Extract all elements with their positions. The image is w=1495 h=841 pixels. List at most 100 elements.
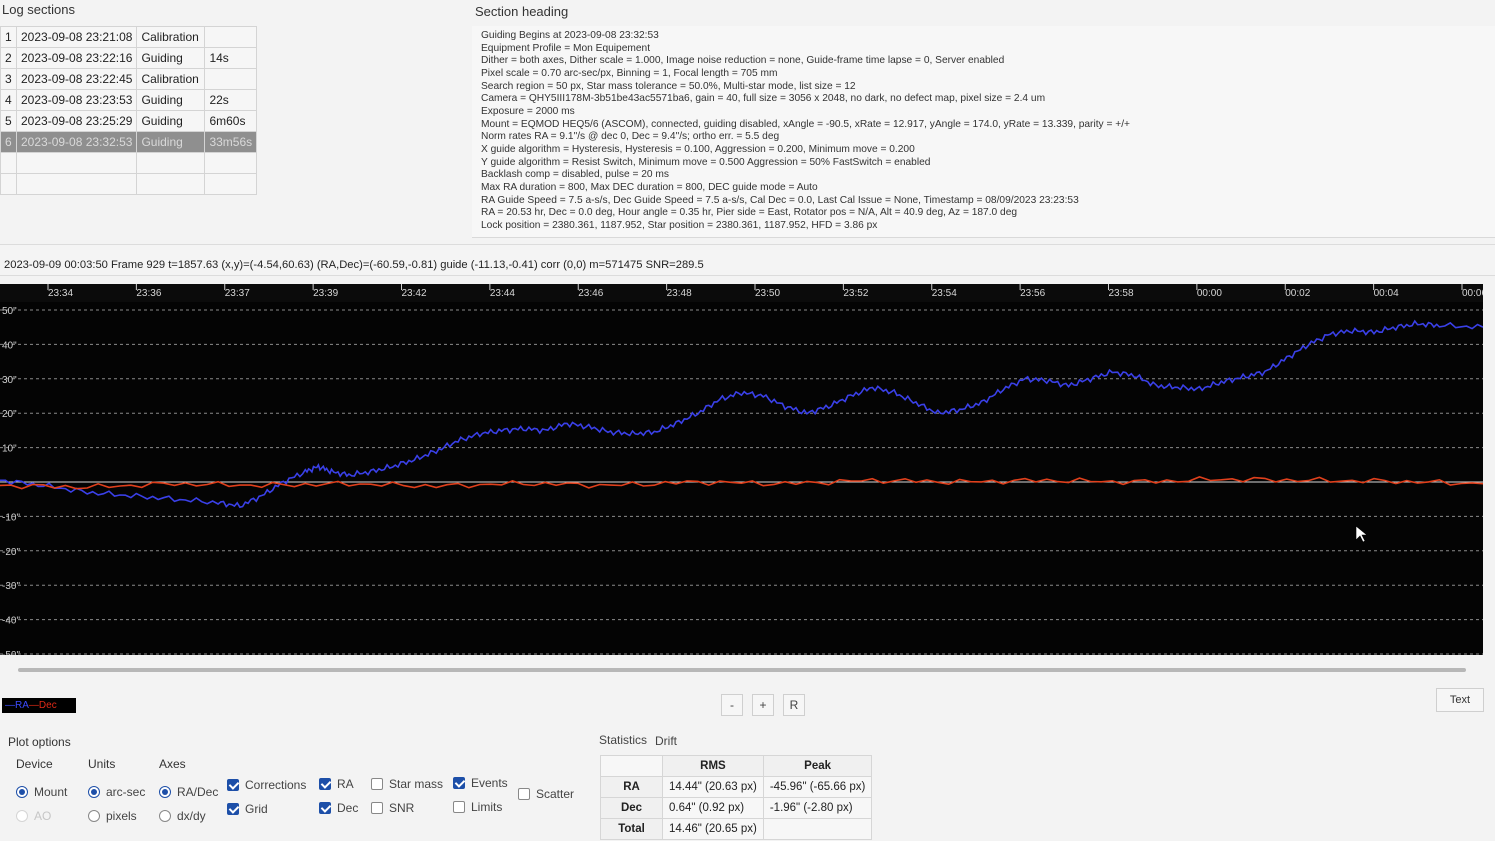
x-tick-label: 23:36	[136, 288, 161, 299]
log-section-row[interactable]: 4 2023-09-08 23:23:53 Guiding 22s	[0, 89, 258, 111]
series-line-ra	[0, 319, 1483, 509]
corrections-checkbox[interactable]: Corrections	[227, 778, 306, 792]
y-tick-label: 20"	[2, 409, 17, 420]
x-tick-label: 23:46	[578, 288, 603, 299]
zoom-in-button[interactable]: +	[752, 694, 774, 716]
radio-selected-icon	[88, 786, 100, 798]
log-sections-table[interactable]: 1 2023-09-08 23:21:08 Calibration 2 2023-09-…	[0, 26, 258, 195]
y-tick-label: 40"	[2, 340, 17, 351]
zoom-out-button[interactable]: -	[721, 694, 743, 716]
snr-checkbox[interactable]: SNR	[371, 801, 414, 815]
time-axis-band	[0, 284, 1483, 302]
log-cell-date: 2023-09-08 23:23:53	[15, 89, 138, 111]
plot-options-title: Plot options	[8, 735, 71, 749]
guiding-graph-svg[interactable]: 50" 40" 30" 20" 10" -10" -20" -30" -40" -50" 23:34…	[0, 284, 1483, 655]
x-tick-label: 23:37	[225, 288, 250, 299]
units-pixels-radio[interactable]: pixels	[88, 809, 137, 823]
x-tick-label: 23:44	[490, 288, 515, 299]
section-heading-line: Mount = EQMOD HEQ5/6 (ASCOM), connected,…	[481, 118, 1130, 130]
limits-checkbox[interactable]: Limits	[453, 800, 502, 814]
log-cell-date: 2023-09-08 23:22:16	[15, 47, 138, 69]
section-heading-line: X guide algorithm = Hysteresis, Hysteres…	[481, 143, 915, 155]
x-tick-label: 23:52	[843, 288, 868, 299]
section-heading-line: Exposure = 2000 ms	[481, 105, 575, 117]
y-tick-label: -20"	[2, 547, 20, 558]
section-heading-line: Max RA duration = 800, Max DEC duration …	[481, 181, 818, 193]
log-section-row[interactable]: 1 2023-09-08 23:21:08 Calibration	[0, 26, 258, 48]
checkbox-checked-icon	[453, 777, 465, 789]
log-cell-idx: 2	[0, 47, 17, 69]
log-section-row[interactable]: 5 2023-09-08 23:25:29 Guiding 6m60s	[0, 110, 258, 132]
ra-checkbox[interactable]: RA	[319, 777, 354, 791]
stats-header-rms: RMS	[662, 755, 764, 777]
x-tick-label: 00:00	[1197, 288, 1222, 299]
log-cell-type: Guiding	[136, 110, 206, 132]
section-heading-line: Camera = QHY5III178M-3b51be43ac5571ba6, …	[481, 93, 1046, 105]
log-cell-dur	[204, 26, 258, 48]
stats-cell-label: Total	[600, 818, 663, 840]
text-button[interactable]: Text	[1436, 688, 1484, 712]
x-tick-label: 23:48	[667, 288, 692, 299]
checkbox-icon	[518, 788, 530, 800]
dec-checkbox[interactable]: Dec	[319, 801, 358, 815]
graph-legend: —RA—Dec	[2, 698, 76, 713]
log-cell-type: Guiding	[136, 89, 206, 111]
radio-selected-icon	[159, 786, 171, 798]
section-heading-line: Dither = both axes, Dither scale = 1.000…	[481, 55, 1005, 67]
section-heading-line: Search region = 50 px, Star mass toleran…	[481, 80, 856, 92]
scatter-checkbox[interactable]: Scatter	[518, 787, 574, 801]
checkbox-checked-icon	[227, 779, 239, 791]
radio-icon	[88, 810, 100, 822]
log-cell-idx: 3	[0, 68, 17, 90]
log-cell-type: Guiding	[136, 47, 206, 69]
mouse-cursor-icon	[1355, 525, 1368, 543]
log-cell-type: Calibration	[136, 68, 206, 90]
stats-cell-peak: -1.96" (-2.80 px)	[762, 797, 873, 819]
x-tick-label: 23:42	[402, 288, 427, 299]
units-arcsec-radio[interactable]: arc-sec	[88, 785, 145, 799]
events-checkbox[interactable]: Events	[453, 776, 508, 790]
device-label: Device	[16, 757, 53, 771]
log-cell-date: 2023-09-08 23:21:08	[15, 26, 138, 48]
statistics-table: RMS Peak RA 14.44" (20.63 px) -45.96" (-65…	[600, 755, 873, 840]
log-section-row[interactable]: 6 2023-09-08 23:32:53 Guiding 33m56s	[0, 131, 258, 153]
log-cell-type: Guiding	[136, 131, 206, 153]
y-tick-label: -40"	[2, 616, 20, 627]
device-mount-radio[interactable]: Mount	[16, 785, 67, 799]
legend-ra: —RA	[5, 700, 29, 711]
star-mass-checkbox[interactable]: Star mass	[371, 777, 443, 791]
zoom-reset-button[interactable]: R	[783, 694, 805, 716]
stats-cell-label: Dec	[600, 797, 663, 819]
section-heading-line: RA = 20.53 hr, Dec = 0.0 deg, Hour angle…	[481, 207, 1018, 219]
y-tick-label: 10"	[2, 444, 17, 455]
device-ao-radio[interactable]: AO	[16, 809, 51, 823]
guiding-graph[interactable]: 50" 40" 30" 20" 10" -10" -20" -30" -40" -50" 23:34…	[0, 284, 1483, 655]
tab-drift[interactable]: Drift	[655, 734, 677, 748]
log-section-empty-row	[0, 152, 258, 174]
grid-checkbox[interactable]: Grid	[227, 802, 268, 816]
log-section-row[interactable]: 2 2023-09-08 23:22:16 Guiding 14s	[0, 47, 258, 69]
axes-label: Axes	[159, 757, 186, 771]
y-tick-label: 30"	[2, 375, 17, 386]
x-tick-label: 00:06	[1462, 288, 1483, 299]
log-section-row[interactable]: 3 2023-09-08 23:22:45 Calibration	[0, 68, 258, 90]
graph-scrollbar[interactable]	[18, 668, 1466, 672]
x-tick-label: 00:04	[1374, 288, 1399, 299]
units-label: Units	[88, 757, 116, 771]
stats-header-peak: Peak	[762, 755, 873, 777]
radio-selected-icon	[16, 786, 28, 798]
axes-radec-radio[interactable]: RA/Dec	[159, 785, 218, 799]
log-cell-idx: 4	[0, 89, 17, 111]
stats-cell-peak	[762, 818, 873, 840]
section-heading-line: Lock position = 2380.361, 1187.952, Star…	[481, 219, 878, 231]
x-tick-label: 23:58	[1109, 288, 1134, 299]
legend-dec: —Dec	[28, 700, 57, 711]
checkbox-checked-icon	[319, 802, 331, 814]
log-cell-idx: 5	[0, 110, 17, 132]
stats-cell-rms: 0.64" (0.92 px)	[662, 797, 764, 819]
log-section-empty-row	[0, 173, 258, 195]
axes-dxdy-radio[interactable]: dx/dy	[159, 809, 206, 823]
y-tick-label: 50"	[2, 306, 17, 317]
frame-status-line: 2023-09-09 00:03:50 Frame 929 t=1857.63 …	[0, 244, 1495, 276]
tab-statistics[interactable]: Statistics	[599, 733, 647, 747]
